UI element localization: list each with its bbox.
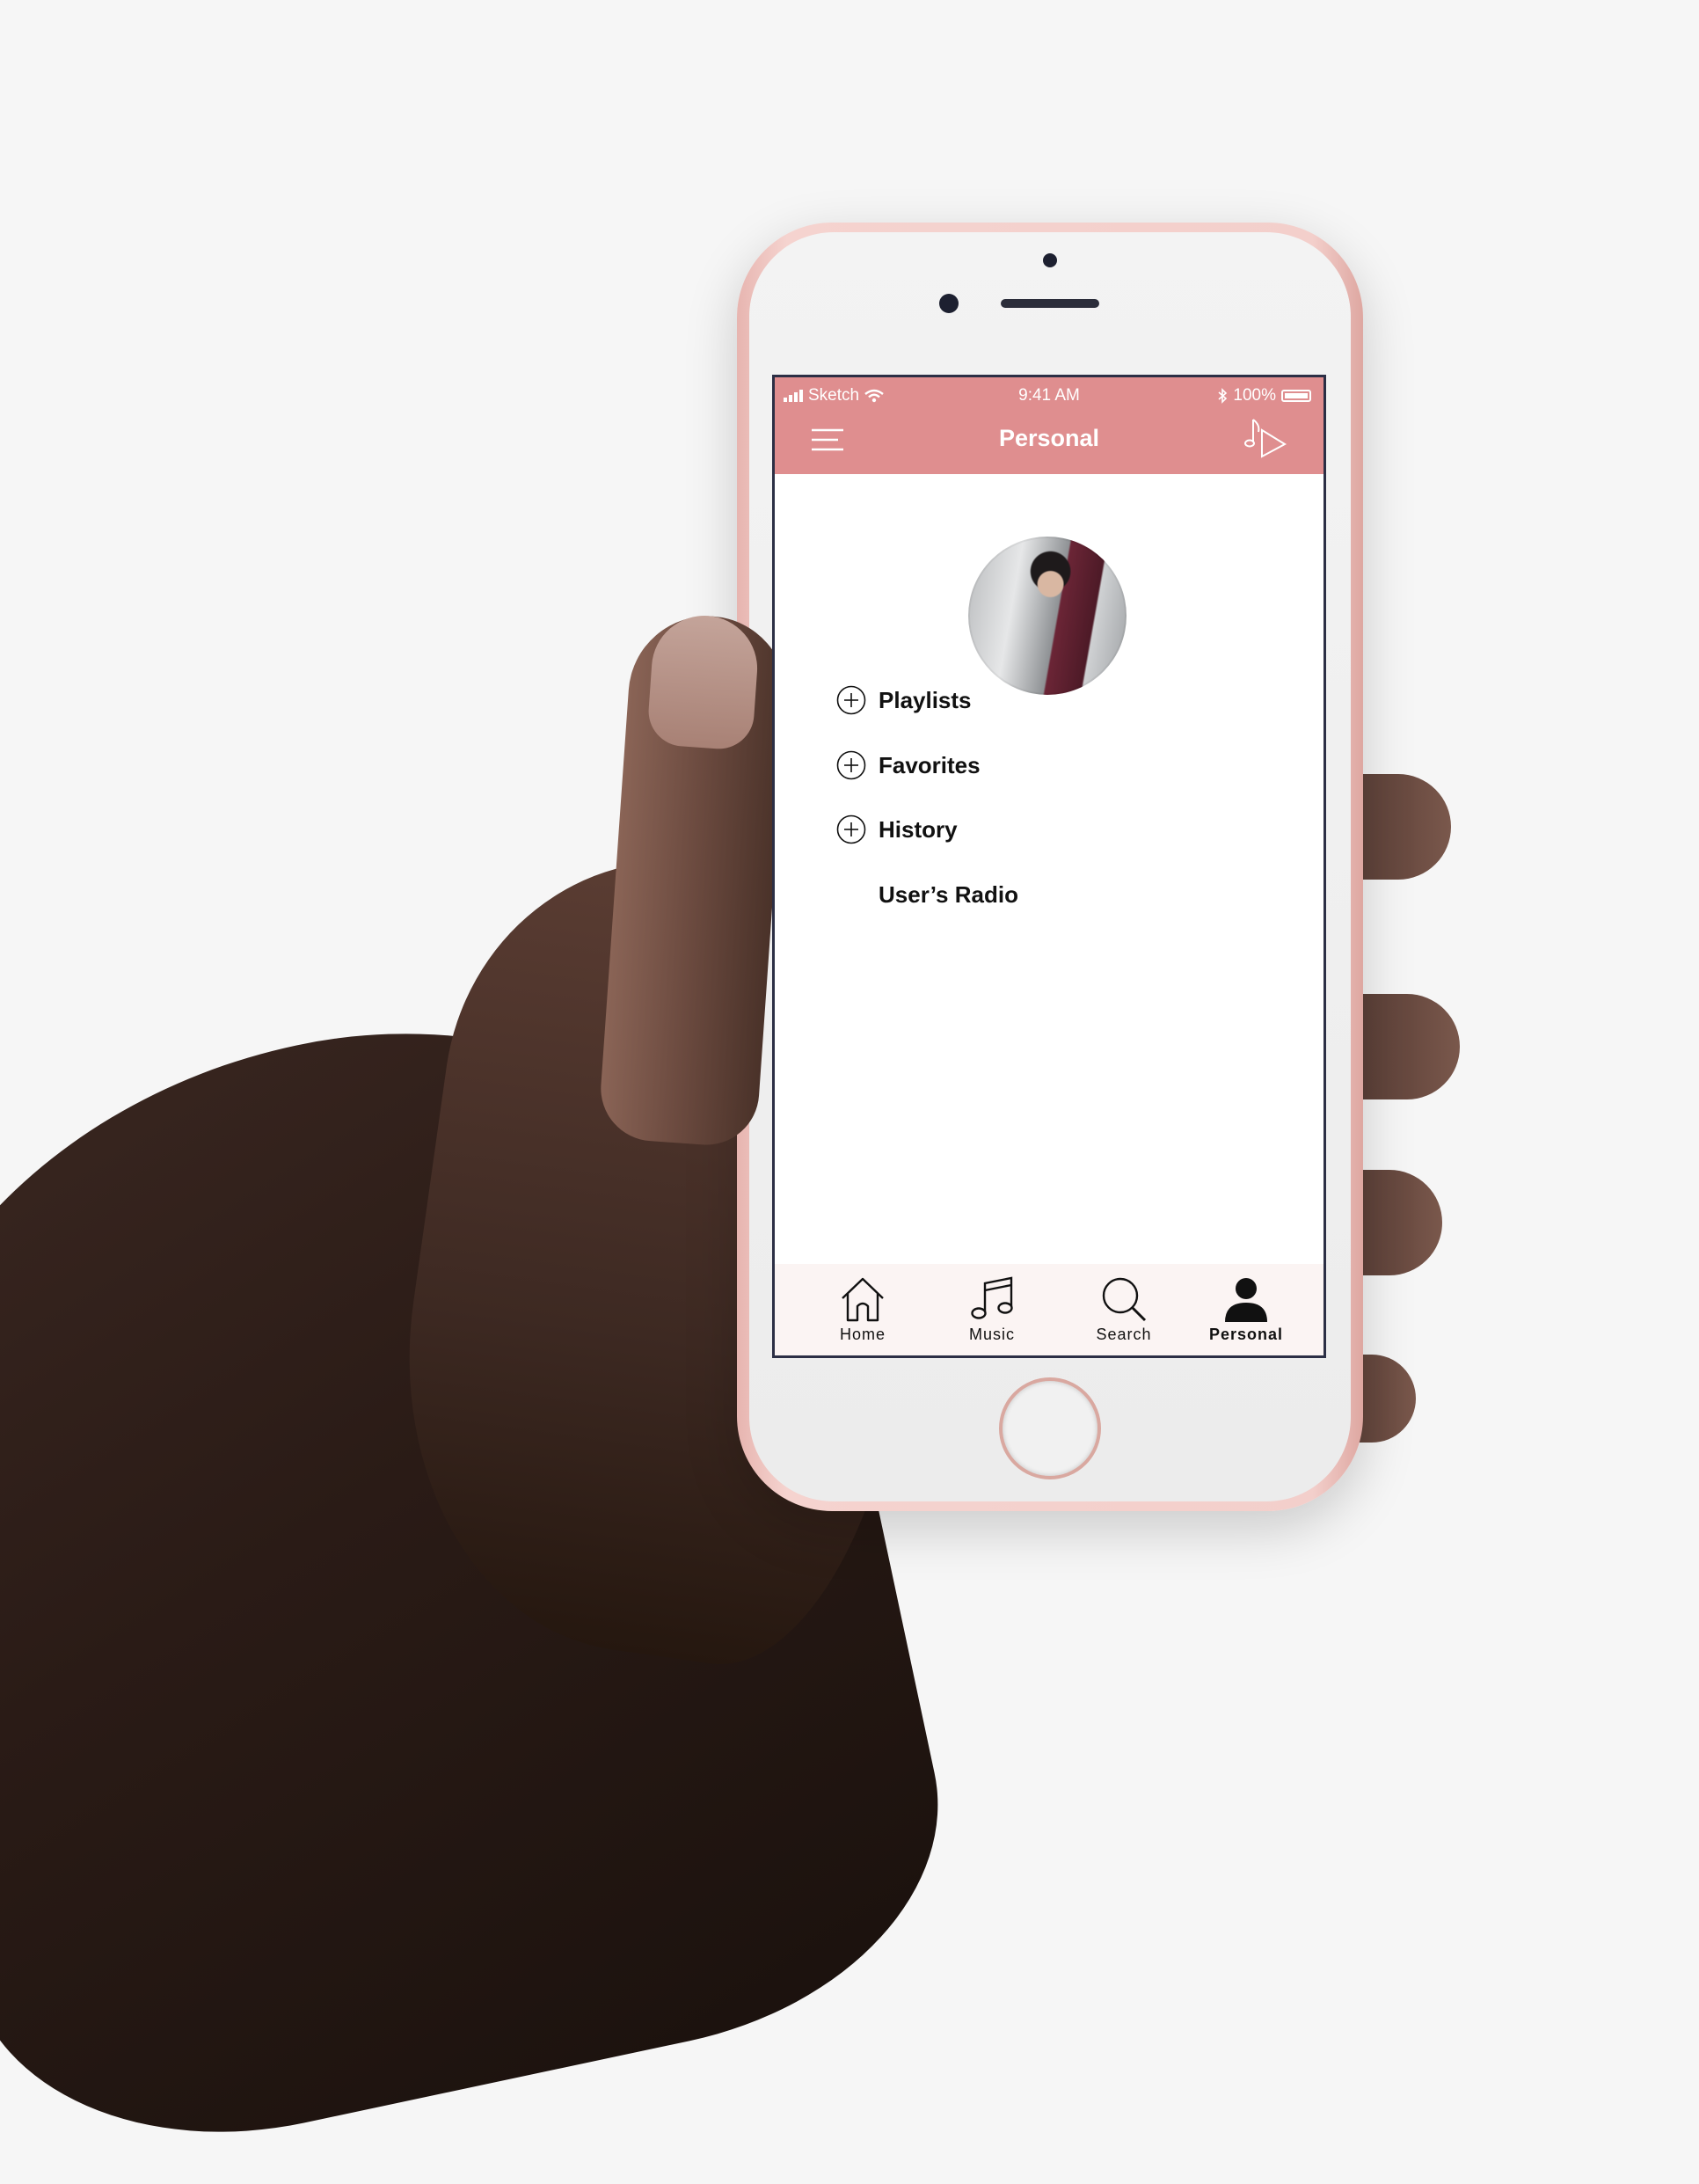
home-button[interactable]: [999, 1377, 1101, 1479]
status-bar: Sketch 9:41 AM 100%: [775, 386, 1323, 409]
menu-item-history[interactable]: History: [836, 814, 958, 844]
now-playing-icon[interactable]: [1244, 416, 1288, 460]
music-note-icon: [971, 1276, 1013, 1319]
menu-item-users-radio[interactable]: User’s Radio: [836, 880, 1018, 909]
app-screen: Sketch 9:41 AM 100% Personal Playlists F…: [772, 375, 1326, 1358]
menu-item-label: History: [879, 815, 958, 843]
menu-item-spacer: [836, 880, 866, 909]
tab-personal[interactable]: Personal: [1202, 1275, 1290, 1344]
tab-search[interactable]: Search: [1080, 1275, 1168, 1344]
avatar[interactable]: [968, 537, 1127, 695]
tab-label: Search: [1096, 1326, 1152, 1343]
tab-label: Music: [968, 1326, 1015, 1343]
battery-percent: 100%: [1233, 386, 1276, 405]
plus-circle-icon[interactable]: [836, 750, 866, 780]
top-bar: Sketch 9:41 AM 100% Personal: [775, 377, 1323, 474]
menu-item-favorites[interactable]: Favorites: [836, 750, 981, 780]
plus-circle-icon[interactable]: [836, 814, 866, 844]
menu-item-playlists[interactable]: Playlists: [836, 685, 972, 715]
earpiece-speaker: [1001, 299, 1099, 308]
status-right: 100%: [1217, 386, 1311, 405]
bluetooth-icon: [1218, 388, 1228, 404]
menu-item-label: Playlists: [879, 686, 972, 713]
proximity-sensor: [1043, 253, 1057, 267]
menu-item-label: Favorites: [879, 751, 981, 778]
person-icon: [1225, 1278, 1267, 1322]
battery-icon: [1281, 390, 1311, 402]
front-camera: [939, 294, 959, 313]
menu-item-label: User’s Radio: [879, 880, 1018, 908]
page-title: Personal: [998, 425, 1100, 451]
search-icon: [1102, 1277, 1147, 1322]
home-icon: [842, 1277, 884, 1322]
tab-label: Home: [839, 1326, 886, 1343]
tab-music[interactable]: Music: [948, 1275, 1036, 1344]
tab-home[interactable]: Home: [819, 1275, 907, 1344]
tab-label: Personal: [1208, 1326, 1284, 1343]
plus-circle-icon[interactable]: [836, 685, 866, 715]
tab-bar: Home Music Search Personal: [775, 1264, 1323, 1355]
